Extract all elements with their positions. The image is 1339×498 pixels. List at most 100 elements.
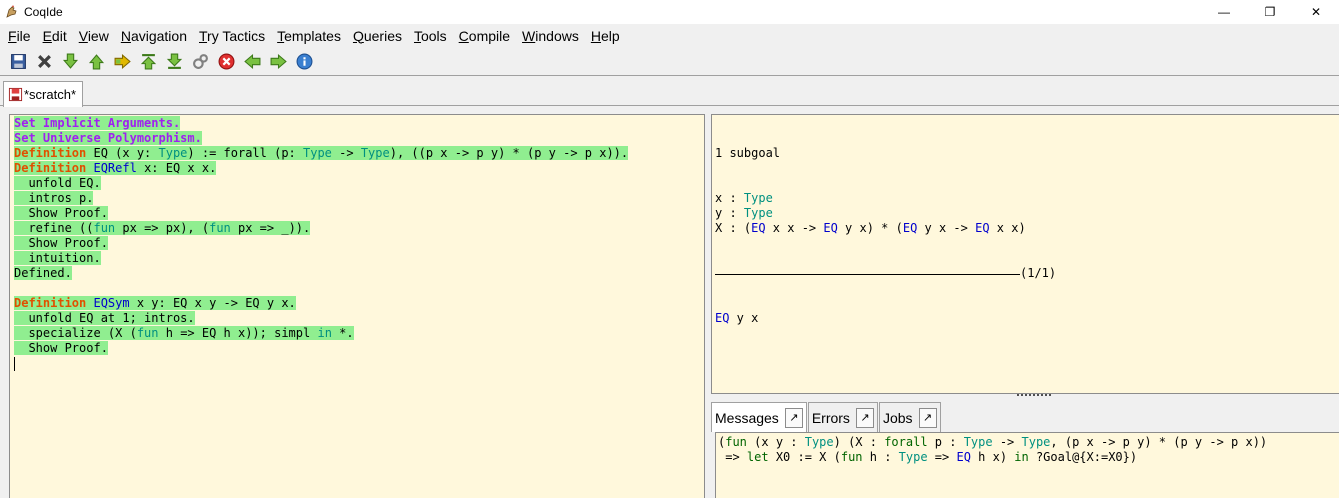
code-token: Defined. — [14, 266, 72, 280]
processed-text: Show Proof. — [14, 206, 108, 220]
detach-messages-button[interactable]: ↗ — [784, 407, 803, 428]
code-token: -> — [331, 146, 361, 160]
message-token: => — [718, 450, 747, 464]
goal-token: x x -> — [765, 221, 824, 235]
tab-scratch[interactable]: *scratch* — [3, 81, 84, 107]
menu-navigation[interactable]: Navigation — [115, 28, 193, 44]
processed-text: unfold EQ at 1; intros. — [14, 311, 195, 325]
script-line: unfold EQ at 1; intros. — [14, 311, 704, 326]
menu-compile[interactable]: Compile — [453, 28, 516, 44]
hypothesis: y : Type — [715, 206, 1339, 221]
menu-edit[interactable]: Edit — [37, 28, 73, 44]
save-icon — [8, 87, 23, 102]
stop-button[interactable] — [213, 50, 239, 74]
code-token: EQSym — [93, 296, 130, 310]
menu-queries[interactable]: Queries — [347, 28, 408, 44]
goal-token: EQ — [823, 221, 838, 235]
detach-jobs-button[interactable]: ↗ — [918, 407, 937, 428]
next-button[interactable] — [265, 50, 291, 74]
code-token: EQRefl — [93, 161, 137, 175]
menu-view[interactable]: View — [73, 28, 115, 44]
code-token: Type — [303, 146, 332, 160]
menu-windows[interactable]: Windows — [516, 28, 585, 44]
arrow-right-icon — [270, 53, 287, 70]
message-token: (x y : — [746, 435, 805, 449]
tab-errors[interactable]: Errors ↗ — [807, 402, 878, 432]
message-line: (fun (x y : Type) (X : forall p : Type -… — [718, 435, 1339, 450]
go-to-start-icon — [140, 54, 156, 70]
toolbar — [0, 48, 1339, 76]
menu-file[interactable]: File — [2, 28, 37, 44]
bottom-tabs: Messages ↗ Errors ↗ Jobs ↗ — [711, 402, 942, 432]
interrupt-button[interactable] — [187, 50, 213, 74]
message-token: , (p x -> p y) * (p y -> p x)) — [1050, 435, 1268, 449]
script-line: Set Implicit Arguments. — [14, 116, 704, 131]
tab-jobs[interactable]: Jobs ↗ — [878, 402, 941, 432]
tab-messages[interactable]: Messages ↗ — [711, 402, 807, 432]
goal-token: X : ( — [715, 221, 752, 235]
menu-try-tactics[interactable]: Try Tactics — [193, 28, 271, 44]
goal-separator: (1/1) — [715, 266, 1339, 281]
menu-tools[interactable]: Tools — [408, 28, 453, 44]
save-button[interactable] — [5, 50, 31, 74]
script-editor[interactable]: Set Implicit Arguments. Set Universe Poly… — [9, 114, 705, 498]
arrow-up-icon — [88, 54, 104, 70]
stop-icon — [218, 53, 234, 70]
forward-one-button[interactable] — [57, 50, 83, 74]
minimize-button[interactable]: — — [1201, 0, 1247, 24]
code-token: refine (( — [14, 221, 94, 235]
messages-view[interactable]: (fun (x y : Type) (X : forall p : Type -… — [715, 432, 1339, 498]
restore-button[interactable]: ❐ — [1247, 0, 1293, 24]
message-token: fun — [725, 435, 747, 449]
code-token: Show Proof. — [14, 341, 108, 355]
code-token: Show Proof. — [14, 206, 108, 220]
go-to-start-button[interactable] — [135, 50, 161, 74]
message-token: Type — [1021, 435, 1051, 449]
message-token: let — [746, 450, 769, 464]
code-token: in — [317, 326, 332, 340]
menu-help[interactable]: Help — [585, 28, 626, 44]
code-token: ) := forall (p: — [187, 146, 303, 160]
code-token: Set Universe Polymorphism. — [14, 131, 202, 145]
processed-text: intros p. — [14, 191, 94, 205]
message-line: => let X0 := X (fun h : Type => EQ h x) … — [718, 450, 1339, 465]
title-bar: CoqIde — ❐ ✕ — [0, 0, 1339, 24]
script-line: Definition EQRefl x: EQ x x. — [14, 161, 704, 176]
close-buffer-button[interactable] — [31, 50, 57, 74]
processed-text: Set Implicit Arguments. — [14, 116, 181, 130]
goal-index: (1/1) — [1020, 266, 1057, 280]
detach-errors-button[interactable]: ↗ — [855, 407, 874, 428]
cursor-line — [14, 356, 704, 371]
message-token: ?Goal@{X:=X0}) — [1028, 450, 1138, 464]
processed-text: Definition EQRefl x: EQ x x. — [14, 161, 217, 175]
close-window-button[interactable]: ✕ — [1293, 0, 1339, 24]
hypotheses: x : Type y : Type X : (EQ x x -> EQ y x) *… — [715, 191, 1339, 236]
menu-templates[interactable]: Templates — [271, 28, 347, 44]
goal-token: y : — [715, 206, 744, 220]
hypothesis: X : (EQ x x -> EQ y x) * (EQ y x -> EQ x… — [715, 221, 1339, 236]
backward-one-button[interactable] — [83, 50, 109, 74]
message-lines: (fun (x y : Type) (X : forall p : Type -… — [718, 435, 1339, 465]
about-button[interactable] — [291, 50, 317, 74]
message-token: => — [927, 450, 957, 464]
script-line: specialize (X (fun h => EQ h x)); simpl … — [14, 326, 704, 341]
message-token: fun — [840, 450, 863, 464]
script-line: Show Proof. — [14, 341, 704, 356]
go-to-end-button[interactable] — [161, 50, 187, 74]
go-to-end-icon — [166, 53, 182, 69]
script-code[interactable]: Set Implicit Arguments. Set Universe Poly… — [14, 116, 704, 371]
tab-label: *scratch* — [24, 87, 77, 102]
go-to-cursor-button[interactable] — [109, 50, 135, 74]
code-token: ), ((p x -> p y) * (p y -> p x)). — [389, 146, 629, 160]
tab-messages-label: Messages — [715, 409, 779, 426]
previous-button[interactable] — [239, 50, 265, 74]
goal-token: y x -> — [917, 221, 976, 235]
script-line: Defined. — [14, 266, 704, 281]
code-token: px => px), ( — [115, 221, 210, 235]
code-token: h => EQ h x)); simpl — [158, 326, 318, 340]
script-line: Show Proof. — [14, 236, 704, 251]
message-token: Type — [898, 450, 928, 464]
text-cursor — [14, 356, 15, 371]
pane-resize-handle[interactable] — [1017, 394, 1051, 398]
code-token: fun — [136, 326, 159, 340]
